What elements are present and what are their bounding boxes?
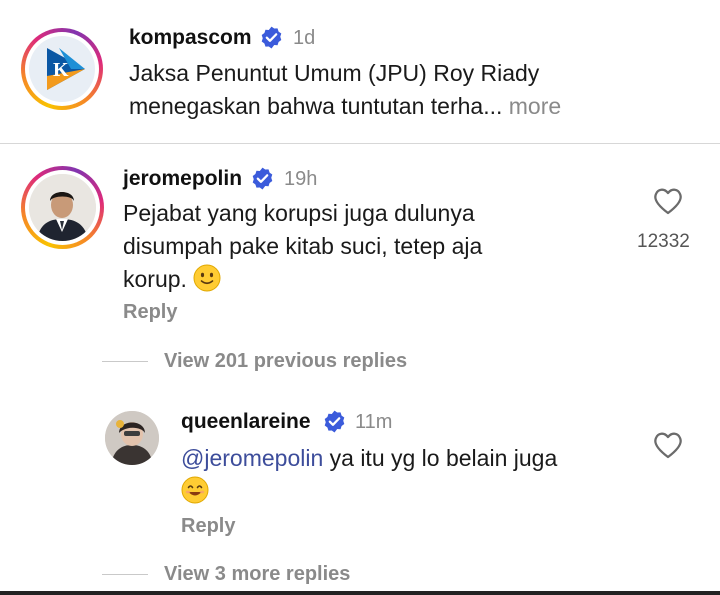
- reply-line-2: [181, 475, 631, 508]
- post-time: 1d: [293, 27, 316, 49]
- view-more-divider: [102, 574, 148, 575]
- more-link[interactable]: more: [509, 93, 561, 119]
- caption-line-2: menegaskan bahwa tuntutan terha... more: [129, 90, 689, 123]
- heart-outline-icon[interactable]: [652, 186, 684, 216]
- comment-time: 19h: [284, 168, 318, 190]
- post-username[interactable]: kompascom: [129, 26, 252, 50]
- view-more-replies-button[interactable]: View 3 more replies: [164, 563, 350, 586]
- slightly-smiling-face-icon: [193, 264, 221, 292]
- caption-line-1: Jaksa Penuntut Umum (JPU) Roy Riady: [129, 60, 540, 86]
- post-caption: Jaksa Penuntut Umum (JPU) Roy Riady mene…: [129, 57, 689, 123]
- reply-line-1: @jeromepolin ya itu yg lo belain juga: [181, 442, 631, 475]
- verified-badge-icon: [261, 26, 282, 49]
- verified-badge-icon: [252, 167, 273, 190]
- view-previous-replies-button[interactable]: View 201 previous replies: [164, 350, 407, 373]
- mention-link[interactable]: @jeromepolin: [181, 445, 323, 471]
- comment-username[interactable]: jeromepolin: [123, 167, 242, 191]
- comment-avatar-ring[interactable]: [21, 166, 104, 249]
- reply-username[interactable]: queenlareine: [181, 410, 311, 434]
- verified-badge-icon: [324, 410, 345, 433]
- jeromepolin-avatar: [29, 174, 96, 241]
- smiling-face-icon: [181, 476, 209, 504]
- comment-reply-button[interactable]: Reply: [123, 301, 177, 324]
- reply-reply-button[interactable]: Reply: [181, 515, 235, 538]
- comment-like-count: 12332: [637, 231, 690, 252]
- comment-text: Pejabat yang korupsi juga dulunya disump…: [123, 197, 593, 296]
- heart-outline-icon[interactable]: [652, 430, 684, 460]
- reply-time: 11m: [355, 411, 393, 433]
- svg-text:K: K: [53, 59, 69, 81]
- post-avatar-ring[interactable]: K: [21, 28, 103, 110]
- reply-line-1-text: ya itu yg lo belain juga: [323, 445, 558, 471]
- header-divider: [0, 143, 720, 144]
- bottom-edge-bar: [0, 591, 720, 595]
- comment-line-1: Pejabat yang korupsi juga dulunya: [123, 200, 475, 226]
- queenlareine-avatar[interactable]: [105, 411, 159, 465]
- caption-line-2-text: menegaskan bahwa tuntutan terha...: [129, 93, 503, 119]
- post-header: K kompascom 1d Jaksa Penuntut Umum (JPU)…: [0, 0, 720, 143]
- kompas-logo-avatar: K: [29, 36, 95, 102]
- comment-line-3-text: korup.: [123, 266, 187, 292]
- comment-line-2: disumpah pake kitab suci, tetep aja: [123, 233, 483, 259]
- comment-line-3: korup.: [123, 263, 593, 296]
- reply-text: @jeromepolin ya itu yg lo belain juga: [181, 442, 631, 508]
- view-previous-divider: [102, 361, 148, 362]
